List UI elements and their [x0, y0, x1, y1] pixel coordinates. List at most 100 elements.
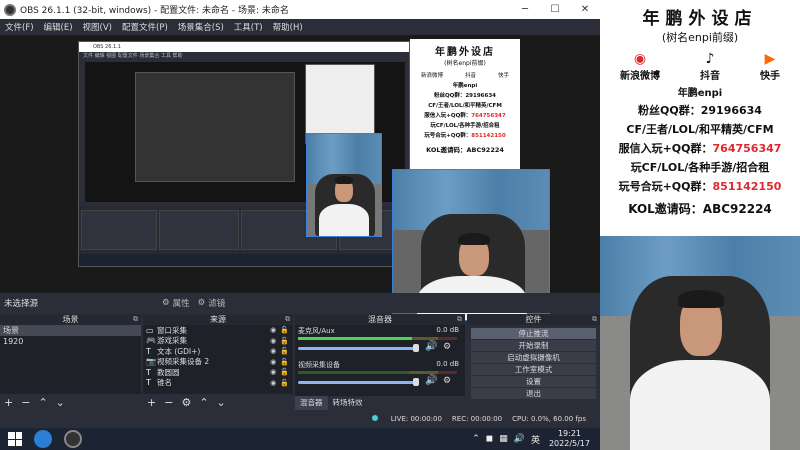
- speaker-icon[interactable]: 🔊: [425, 375, 437, 386]
- nested-title-bar: OBS 26.1.1: [79, 42, 409, 52]
- settings-button[interactable]: 设置: [471, 376, 596, 387]
- kuaishou-link: ▶ 快手: [760, 51, 780, 82]
- lock-icon[interactable]: 🔓: [280, 326, 289, 334]
- volume-slider-handle[interactable]: [413, 378, 419, 386]
- chevron-up-icon[interactable]: ⌃: [472, 434, 480, 444]
- obs-taskbar-icon[interactable]: [64, 430, 82, 448]
- source-item[interactable]: 📷 视频采集设备 2 ◉ 🔓: [143, 357, 293, 368]
- eye-icon[interactable]: ◉: [270, 347, 276, 355]
- dock-pin-icon[interactable]: ⧉: [457, 314, 462, 325]
- mixer-tabs: 混音器 转场特效: [295, 396, 368, 410]
- nested-scenes-dock: [81, 210, 157, 250]
- lock-icon[interactable]: 🔓: [280, 337, 289, 345]
- source-item[interactable]: ▭ 窗口采集 ◉ 🔓: [143, 325, 293, 336]
- tray-app-icon[interactable]: ◼: [486, 434, 493, 444]
- group-qq-line: 服信入玩+QQ群：764756347: [618, 142, 782, 155]
- tab-mixer[interactable]: 混音器: [295, 396, 328, 410]
- menu-edit[interactable]: 编辑(E): [44, 21, 73, 33]
- scene-item[interactable]: 场景: [0, 325, 141, 336]
- taskbar-clock[interactable]: 19:21 2022/5/17: [549, 429, 590, 449]
- start-virtual-camera-button[interactable]: 启动虚拟摄像机: [471, 352, 596, 363]
- source-item[interactable]: T 锥名 ◉ 🔓: [143, 378, 293, 389]
- preview-host: 年鹏enpi: [452, 83, 478, 89]
- gear-icon: ⚙: [162, 298, 170, 308]
- eye-icon[interactable]: ◉: [270, 368, 276, 376]
- network-icon[interactable]: ▦: [499, 434, 508, 444]
- audio-meter-level: [298, 337, 413, 340]
- eye-icon[interactable]: ◉: [270, 379, 276, 387]
- exit-button[interactable]: 退出: [471, 388, 596, 399]
- mixer-header: 混音器 ⧉: [295, 314, 465, 325]
- source-item[interactable]: 🎮 游戏采集 ◉ 🔓: [143, 336, 293, 347]
- controls-header: 控件 ⧉: [467, 314, 600, 325]
- preview-group-line: 服信入玩+QQ群：764756347: [424, 113, 506, 119]
- ime-icon[interactable]: 英: [531, 433, 540, 446]
- lock-icon[interactable]: 🔓: [280, 368, 289, 376]
- remove-icon[interactable]: −: [164, 396, 173, 409]
- gear-icon[interactable]: ⚙: [443, 376, 451, 386]
- volume-slider[interactable]: [298, 381, 416, 384]
- lock-icon[interactable]: 🔓: [280, 358, 289, 366]
- tab-transitions[interactable]: 转场特效: [328, 396, 368, 410]
- sources-header: 来源 ⧉: [143, 314, 293, 325]
- source-item[interactable]: T 文本 (GDI+) ◉ 🔓: [143, 346, 293, 357]
- streamer-hair: [458, 233, 490, 245]
- eye-icon[interactable]: ◉: [270, 326, 276, 334]
- fans-qq-line: 粉丝QQ群：29196634: [638, 104, 762, 117]
- games-line: CF/王者/LOL/和平精英/CFM: [626, 123, 774, 136]
- no-source-label: 未选择源: [4, 299, 39, 309]
- dock-pin-icon[interactable]: ⧉: [133, 314, 138, 325]
- menu-file[interactable]: 文件(F): [5, 21, 34, 33]
- preview-shop-title: 年鹏外设店: [435, 47, 495, 58]
- remove-icon[interactable]: −: [21, 396, 30, 409]
- add-icon[interactable]: +: [147, 396, 156, 409]
- webcam-feed: [600, 236, 800, 450]
- gear-icon[interactable]: ⚙: [181, 396, 191, 409]
- dock-pin-icon[interactable]: ⧉: [592, 314, 597, 325]
- controls-dock: 控件 ⧉ 停止推流 开始录制 启动虚拟摄像机 工作室模式 设置 退出: [467, 314, 600, 410]
- chevron-down-icon[interactable]: ⌄: [217, 396, 226, 409]
- nested-sources-dock: [159, 210, 239, 250]
- preview-weibo: 新浪微博: [420, 73, 443, 79]
- studio-mode-button[interactable]: 工作室模式: [471, 364, 596, 375]
- chevron-down-icon[interactable]: ⌄: [56, 396, 65, 409]
- start-recording-button[interactable]: 开始录制: [471, 340, 596, 351]
- speaker-icon[interactable]: 🔊: [425, 341, 437, 352]
- menu-tools[interactable]: 工具(T): [234, 21, 263, 33]
- gamepad-icon: 🎮: [146, 336, 156, 346]
- eye-icon[interactable]: ◉: [270, 337, 276, 345]
- menu-help[interactable]: 帮助(H): [273, 21, 303, 33]
- add-icon[interactable]: +: [4, 396, 13, 409]
- dock-pin-icon[interactable]: ⧉: [285, 314, 290, 325]
- menu-profile[interactable]: 配置文件(P): [122, 21, 168, 33]
- camera-icon: 📷: [146, 357, 156, 367]
- preview-games-line: CF/王者/LOL/和平精英/CFM: [428, 103, 502, 109]
- stop-streaming-button[interactable]: 停止推流: [471, 328, 596, 339]
- lock-icon[interactable]: 🔓: [280, 347, 289, 355]
- windows-start-icon[interactable]: [8, 432, 22, 446]
- volume-slider-handle[interactable]: [413, 344, 419, 352]
- gear-icon[interactable]: ⚙: [443, 342, 451, 352]
- source-item[interactable]: T 教圆圆 ◉ 🔓: [143, 367, 293, 378]
- preview-group2-line: 玩号合玩+QQ群：851142150: [424, 133, 506, 139]
- menu-view[interactable]: 视图(V): [83, 21, 112, 33]
- minimize-icon[interactable]: ─: [510, 4, 540, 15]
- browser-taskbar-icon[interactable]: [34, 430, 52, 448]
- menu-scene-collection[interactable]: 场景集合(S): [178, 21, 224, 33]
- filters-button[interactable]: ⚙ 滤镜: [198, 297, 226, 309]
- rec-status: REC: 00:00:00: [451, 415, 503, 423]
- preview-canvas[interactable]: OBS 26.1.1 文件 编辑 视图 配置文件 场景集合 工具 帮助 年鹏外设…: [0, 35, 600, 321]
- lock-icon[interactable]: 🔓: [280, 379, 289, 387]
- volume-slider[interactable]: [298, 347, 416, 350]
- volume-icon[interactable]: 🔊: [514, 434, 525, 444]
- title-bar: OBS 26.1.1 (32-bit, windows) - 配置文件: 未命名…: [0, 0, 600, 19]
- properties-button[interactable]: ⚙ 属性: [162, 297, 190, 309]
- scene-item[interactable]: 1920: [0, 336, 141, 347]
- chevron-up-icon[interactable]: ⌃: [38, 396, 47, 409]
- eye-icon[interactable]: ◉: [270, 358, 276, 366]
- chevron-up-icon[interactable]: ⌃: [199, 396, 208, 409]
- close-icon[interactable]: ✕: [570, 4, 600, 15]
- maximize-icon[interactable]: ☐: [540, 4, 570, 15]
- preview-douyin: 抖音: [464, 73, 476, 79]
- live-indicator-icon: [371, 415, 378, 421]
